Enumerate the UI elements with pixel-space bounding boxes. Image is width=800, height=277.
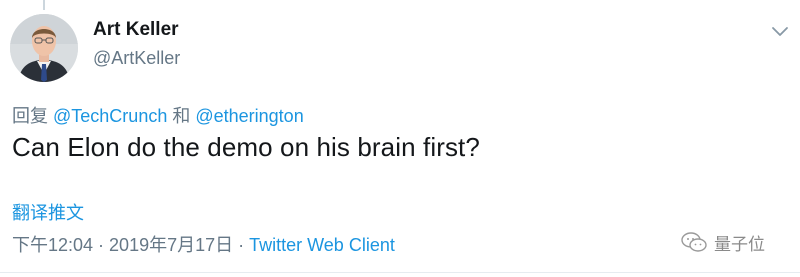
tweet-source-link[interactable]: Twitter Web Client — [249, 235, 395, 255]
mention-etherington-link[interactable]: @etherington — [195, 106, 303, 126]
chevron-down-icon[interactable] — [770, 24, 790, 40]
divider — [0, 272, 800, 273]
replying-to-line: 回复 @TechCrunch 和 @etherington — [12, 102, 304, 128]
user-handle[interactable]: @ArtKeller — [93, 48, 180, 69]
tweet-metadata: 下午12:04 · 2019年7月17日 · Twitter Web Clien… — [12, 231, 395, 257]
watermark-text: 量子位 — [714, 234, 765, 255]
reply-prefix: 回复 — [12, 106, 54, 126]
tweet-time[interactable]: 下午12:04 — [12, 235, 93, 255]
watermark: 量子位 — [680, 228, 765, 256]
tweet-date[interactable]: 2019年7月17日 — [109, 235, 233, 255]
avatar-image — [10, 14, 78, 82]
tweet-text: Can Elon do the demo on his brain first? — [12, 132, 480, 162]
meta-separator: · — [93, 235, 110, 255]
thread-connector-line — [43, 0, 45, 10]
mention-techcrunch-link[interactable]: @TechCrunch — [53, 106, 167, 126]
translate-tweet-link[interactable]: 翻译推文 — [12, 199, 84, 225]
wechat-icon — [681, 232, 707, 252]
tweet-card: Art Keller @ArtKeller 回复 @TechCrunch 和 @… — [0, 0, 800, 277]
reply-joiner: 和 — [167, 106, 196, 126]
meta-separator: · — [233, 235, 250, 255]
display-name[interactable]: Art Keller — [93, 19, 179, 41]
avatar[interactable] — [10, 14, 78, 82]
